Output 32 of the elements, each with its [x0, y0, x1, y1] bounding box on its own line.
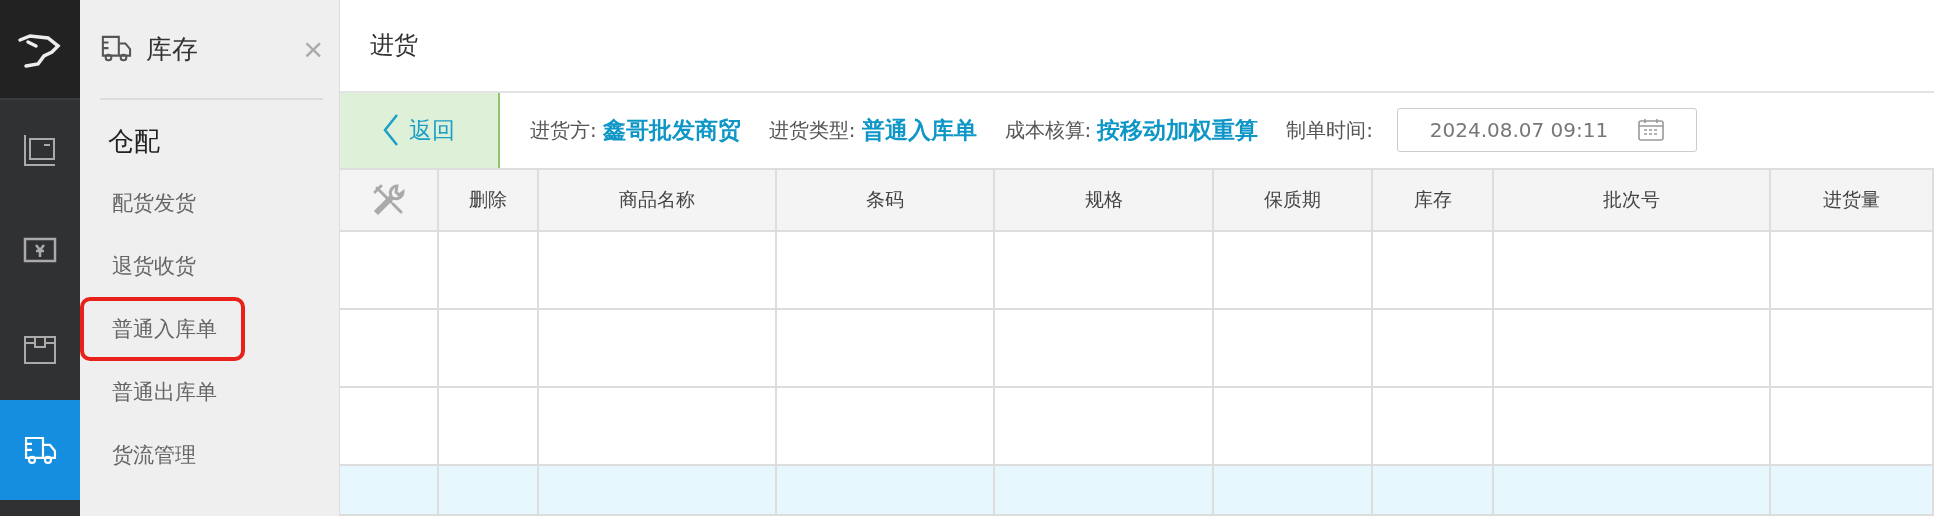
- column-header: 规格: [995, 170, 1214, 232]
- frame-icon: [23, 133, 57, 167]
- group-heading: 仓配: [108, 125, 161, 158]
- truck-icon: [100, 35, 132, 63]
- column-header: 删除: [439, 170, 539, 232]
- column-header: 库存: [1373, 170, 1494, 232]
- date-label: 制单时间:: [1286, 116, 1373, 144]
- sidebar-item[interactable]: 配货发货: [80, 170, 224, 235]
- truck-icon: [23, 435, 57, 465]
- field-value: 鑫哥批发商贸: [602, 115, 741, 145]
- column-header: 批次号: [1494, 170, 1771, 232]
- field-label: 成本核算:: [1004, 116, 1092, 144]
- sidebar-item[interactable]: 货流管理: [80, 422, 224, 487]
- column-header: 保质期: [1214, 170, 1373, 232]
- field-value: 按移动加权重算: [1097, 115, 1259, 145]
- column-header: 进货量: [1771, 170, 1934, 232]
- field-label: 进货类型:: [768, 116, 856, 144]
- sidebar-title: 库存: [146, 32, 199, 66]
- field-label: 进货方:: [530, 116, 597, 144]
- calendar-icon: [1638, 119, 1665, 142]
- sidebar-item[interactable]: 普通出库单: [80, 359, 245, 424]
- page-title: 进货: [370, 30, 418, 62]
- date-field[interactable]: 2024.08.07 09:11: [1397, 108, 1697, 153]
- column-header: 条码: [777, 170, 995, 232]
- column-header: 商品名称: [539, 170, 777, 232]
- field-value: 普通入库单: [861, 115, 977, 145]
- sidebar-item[interactable]: 普通入库单: [80, 296, 245, 361]
- money-icon: [23, 236, 57, 264]
- sidebar-item[interactable]: 退货收货: [80, 233, 224, 298]
- back-button[interactable]: 返回: [340, 92, 500, 168]
- chevron-left-icon: [383, 113, 399, 148]
- box-icon: [23, 335, 57, 365]
